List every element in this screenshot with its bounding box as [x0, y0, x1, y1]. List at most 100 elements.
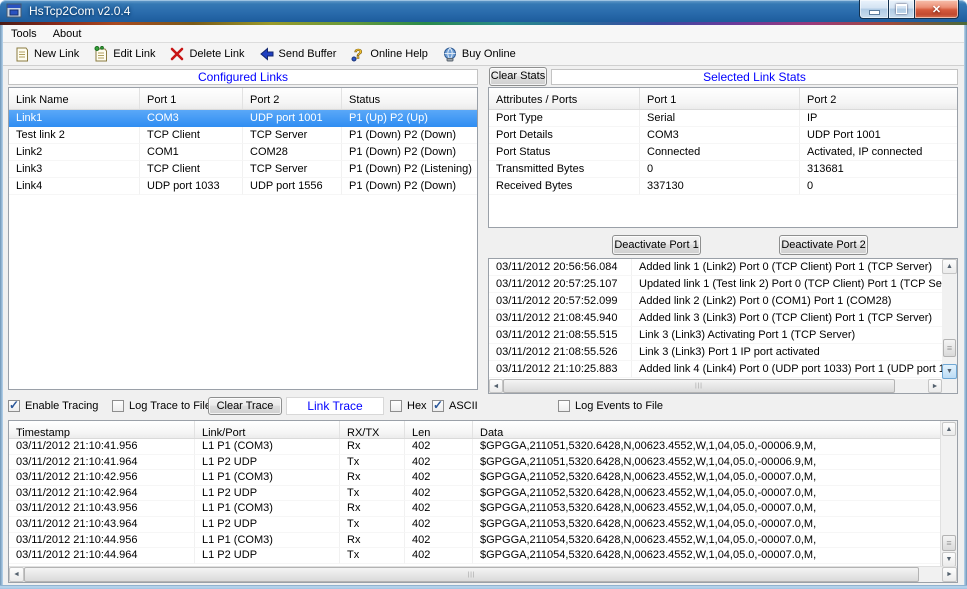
scroll-down-icon[interactable]: ▼ — [942, 552, 956, 567]
online-help-icon: ? — [350, 46, 366, 62]
trace-vscroll-thumb[interactable] — [942, 535, 956, 551]
event-log-hscrollbar[interactable]: ◄ ► — [489, 379, 942, 393]
stats-column-header[interactable]: Attributes / PortsPort 1Port 2 — [489, 88, 957, 109]
stats-row-cell: IP — [800, 110, 957, 127]
stats-row-cell: Activated, IP connected — [800, 144, 957, 161]
links-column-header-cell[interactable]: Port 1 — [140, 88, 243, 109]
trace-hscroll-thumb[interactable] — [24, 567, 919, 582]
enable-tracing-label: Enable Tracing — [25, 400, 98, 412]
scroll-left-icon[interactable]: ◄ — [9, 567, 24, 582]
log-events-checkbox[interactable]: Log Events to File — [558, 399, 663, 413]
link-row-cell: Link2 — [9, 144, 140, 161]
link-row[interactable]: Link3TCP ClientTCP ServerP1 (Down) P2 (L… — [9, 161, 477, 178]
link-row[interactable]: Link2COM1COM28P1 (Down) P2 (Down) — [9, 144, 477, 161]
stats-row: Transmitted Bytes0313681 — [489, 161, 957, 178]
trace-column-header-cell[interactable]: Link/Port — [195, 421, 340, 438]
trace-hscrollbar[interactable]: ◄ ► — [9, 566, 957, 582]
ascii-checkbox[interactable]: ASCII — [432, 399, 478, 413]
trace-row-cell: L1 P1 (COM3) — [195, 470, 340, 486]
trace-column-header-cell[interactable]: RX/TX — [340, 421, 405, 438]
link-row[interactable]: Test link 2TCP ClientTCP ServerP1 (Down)… — [9, 127, 477, 144]
stats-table-body: Port TypeSerialIPPort DetailsCOM3UDP Por… — [489, 110, 957, 195]
link-row[interactable]: Link1COM3UDP port 1001P1 (Up) P2 (Up) — [9, 110, 477, 127]
event-row-cell: Link 3 (Link3) Activating Port 1 (TCP Se… — [632, 327, 942, 344]
hex-checkbox[interactable]: Hex — [390, 399, 427, 413]
scroll-down-icon[interactable]: ▼ — [942, 364, 957, 379]
link-row-cell: UDP port 1033 — [140, 178, 243, 195]
stats-column-header-cell[interactable]: Attributes / Ports — [489, 88, 640, 109]
new-link-icon — [14, 46, 30, 62]
edit-link-button[interactable]: Edit Link — [86, 44, 162, 65]
link-row-cell: TCP Client — [140, 127, 243, 144]
trace-column-header-cell[interactable]: Data — [473, 421, 957, 438]
trace-vscrollbar[interactable]: ▲ ▼ — [940, 421, 957, 567]
app-window: HsTcp2Com v2.0.4 ✕ Tools About New Link … — [0, 0, 967, 589]
online-help-button[interactable]: ? Online Help — [343, 44, 434, 65]
links-column-header-cell[interactable]: Port 2 — [243, 88, 342, 109]
trace-row-cell: 03/11/2012 21:10:42.964 — [9, 486, 195, 502]
link-row[interactable]: Link4UDP port 1033UDP port 1556P1 (Down)… — [9, 178, 477, 195]
link-row-cell: P1 (Up) P2 (Up) — [342, 110, 477, 127]
stats-row-cell: 313681 — [800, 161, 957, 178]
scroll-left-icon[interactable]: ◄ — [489, 379, 503, 393]
window-controls: ✕ — [859, 0, 959, 19]
menu-tools[interactable]: Tools — [3, 27, 45, 41]
minimize-icon — [869, 10, 880, 15]
event-row-cell: 03/11/2012 21:08:45.940 — [489, 310, 632, 327]
event-row-cell: 03/11/2012 20:57:25.107 — [489, 276, 632, 293]
trace-row-cell: 402 — [405, 470, 473, 486]
trace-column-header-cell[interactable]: Len — [405, 421, 473, 438]
scroll-right-icon[interactable]: ► — [942, 567, 957, 582]
buy-online-button[interactable]: Buy Online — [435, 44, 523, 65]
trace-row-cell: L1 P1 (COM3) — [195, 501, 340, 517]
scroll-right-icon[interactable]: ► — [928, 379, 942, 393]
send-buffer-button[interactable]: Send Buffer — [252, 44, 344, 65]
deactivate-port2-button[interactable]: Deactivate Port 2 — [779, 235, 868, 255]
stats-row: Port TypeSerialIP — [489, 110, 957, 127]
event-hscroll-thumb[interactable] — [503, 379, 895, 393]
clear-stats-button[interactable]: Clear Stats — [489, 67, 547, 86]
event-vscroll-thumb[interactable] — [943, 339, 956, 357]
stats-table-header: Attributes / PortsPort 1Port 2 — [489, 88, 957, 110]
new-link-button[interactable]: New Link — [7, 44, 86, 65]
deactivate-port1-button[interactable]: Deactivate Port 1 — [612, 235, 701, 255]
scroll-up-icon[interactable]: ▲ — [942, 422, 956, 436]
trace-row: 03/11/2012 21:10:41.956L1 P1 (COM3)Rx402… — [9, 439, 941, 455]
link-row-cell: Link3 — [9, 161, 140, 178]
trace-row: 03/11/2012 21:10:41.964L1 P2 UDPTx402$GP… — [9, 455, 941, 471]
minimize-button[interactable] — [859, 0, 888, 19]
event-row-cell: Added link 1 (Link2) Port 0 (TCP Client)… — [632, 259, 942, 276]
stats-column-header-cell[interactable]: Port 2 — [800, 88, 957, 109]
event-row-cell: 03/11/2012 21:10:25.883 — [489, 361, 632, 378]
links-column-header-cell[interactable]: Link Name — [9, 88, 140, 109]
checkbox-box-icon — [558, 400, 570, 412]
event-row: 03/11/2012 21:08:45.940Added link 3 (Lin… — [489, 310, 942, 327]
stats-row: Received Bytes3371300 — [489, 178, 957, 195]
links-column-header-cell[interactable]: Status — [342, 88, 477, 109]
event-row: 03/11/2012 21:10:25.883Added link 4 (Lin… — [489, 361, 942, 378]
links-table-header: Link NamePort 1Port 2Status — [9, 88, 477, 110]
clear-trace-button[interactable]: Clear Trace — [208, 397, 282, 415]
menu-about[interactable]: About — [45, 27, 90, 41]
event-row: 03/11/2012 20:57:25.107Updated link 1 (T… — [489, 276, 942, 293]
maximize-button[interactable] — [888, 0, 915, 19]
log-trace-label: Log Trace to File — [129, 400, 211, 412]
links-column-header[interactable]: Link NamePort 1Port 2Status — [9, 88, 477, 109]
stats-column-header-cell[interactable]: Port 1 — [640, 88, 800, 109]
link-row-cell: COM3 — [140, 110, 243, 127]
trace-row-cell: Tx — [340, 517, 405, 533]
link-row-cell: UDP port 1001 — [243, 110, 342, 127]
event-row-cell: Added link 3 (Link3) Port 0 (TCP Client)… — [632, 310, 942, 327]
trace-column-header-cell[interactable]: Timestamp — [9, 421, 195, 438]
event-log-vscrollbar[interactable]: ▲ ▼ — [942, 259, 957, 379]
delete-link-button[interactable]: Delete Link — [162, 44, 251, 65]
close-button[interactable]: ✕ — [915, 0, 959, 19]
trace-row-cell: 402 — [405, 533, 473, 549]
checkbox-box-icon — [432, 400, 444, 412]
scroll-up-icon[interactable]: ▲ — [942, 259, 957, 274]
log-trace-checkbox[interactable]: Log Trace to File — [112, 399, 211, 413]
maximize-icon — [896, 4, 907, 14]
trace-column-header[interactable]: TimestampLink/PortRX/TXLenData — [9, 421, 957, 438]
enable-tracing-checkbox[interactable]: Enable Tracing — [8, 399, 98, 413]
window-border-left — [0, 25, 3, 585]
